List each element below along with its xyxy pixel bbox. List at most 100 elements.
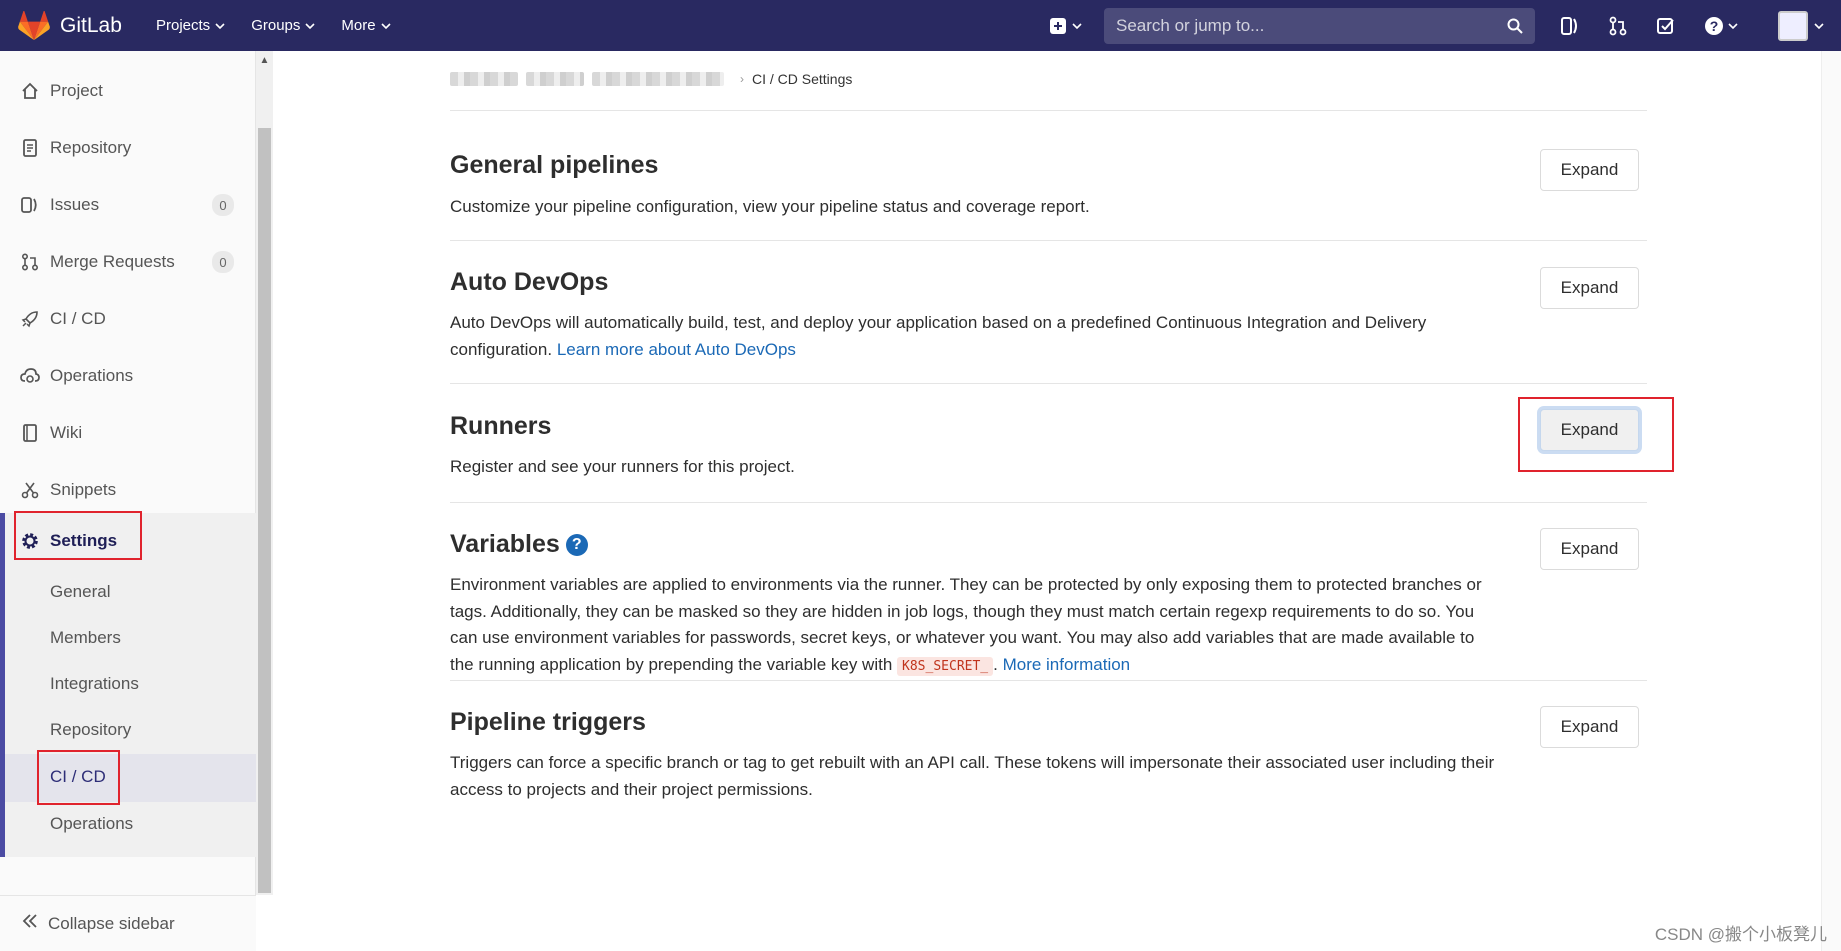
gitlab-logo-icon [18,10,50,40]
avatar [1778,10,1808,41]
issues-icon [20,195,40,215]
auto-devops-expand-button[interactable]: Expand [1540,267,1639,309]
plus-square-icon [1050,17,1066,34]
variables-expand-button[interactable]: Expand [1540,528,1639,570]
sidebar-item-merge-requests[interactable]: Merge Requests 0 [0,238,256,286]
home-icon [20,81,40,101]
sidebar-subitem-general[interactable]: General [50,582,110,602]
user-menu[interactable] [1777,10,1825,41]
chevron-down-icon [381,22,391,29]
settings-highlight-box [14,511,142,560]
sidebar-item-project[interactable]: Project [0,67,256,115]
book-icon [20,423,40,443]
projects-menu-label: Projects [156,17,211,34]
general-pipelines-desc: Customize your pipeline configuration, v… [450,197,1090,216]
issues-icon [1561,16,1577,35]
merge-requests-count-badge: 0 [212,251,234,273]
breadcrumb: › CI / CD Settings [450,71,852,87]
sidebar-subitem-members[interactable]: Members [50,628,121,648]
sidebar-item-issues[interactable]: Issues 0 [0,181,256,229]
document-icon [20,138,40,158]
page-scrollbar[interactable] [1821,51,1841,951]
divider [450,110,1647,111]
more-menu-label: More [341,17,376,34]
variables-title-text: Variables [450,530,560,558]
help-dropdown[interactable]: ? [1701,13,1741,39]
sidebar-item-label: Wiki [50,423,83,442]
breadcrumb-project-link[interactable] [592,72,724,86]
runners-expand-button[interactable]: Expand [1540,409,1639,451]
question-circle-icon[interactable]: ? [565,534,588,556]
issues-nav-button[interactable] [1557,13,1583,39]
top-navbar: GitLab Projects Groups More Search or ju… [0,0,1841,51]
new-item-dropdown[interactable] [1050,17,1082,34]
general-pipelines-title: General pipelines [450,151,659,179]
chevron-down-icon [1072,22,1082,29]
issues-count-badge: 0 [212,194,234,216]
sidebar-scrollbar-thumb[interactable] [258,128,271,893]
divider [450,680,1647,681]
chevron-down-icon [215,22,225,29]
runners-title: Runners [450,412,552,440]
variables-title: Variables? [450,530,588,559]
auto-devops-desc: Auto DevOps will automatically build, te… [450,310,1500,363]
ci-cd-highlight-box [37,750,120,805]
todo-check-icon [1657,17,1674,34]
watermark: CSDN @搬个小板凳儿 [1654,925,1827,944]
variables-more-information-link[interactable]: More information [1003,655,1131,674]
scroll-up-arrow-icon[interactable]: ▲ [258,55,271,69]
search-input[interactable] [1116,15,1507,36]
more-menu[interactable]: More [341,17,391,34]
sidebar-item-label: Operations [50,366,134,385]
sidebar-item-wiki[interactable]: Wiki [0,409,256,457]
chevron-down-icon [305,22,315,29]
sidebar-item-ci-cd[interactable]: CI / CD [0,295,256,343]
double-chevron-left-icon [22,913,38,934]
collapse-sidebar-button[interactable]: Collapse sidebar [0,895,256,951]
pipeline-triggers-expand-button[interactable]: Expand [1540,706,1639,748]
rocket-icon [20,309,40,329]
gitlab-home-link[interactable]: GitLab [18,10,156,41]
breadcrumb-separator-icon: › [740,72,744,86]
sidebar-item-label: CI / CD [50,309,106,328]
pipeline-triggers-title: Pipeline triggers [450,708,646,736]
divider [450,383,1647,384]
chevron-down-icon [1814,22,1824,29]
auto-devops-title: Auto DevOps [450,268,609,296]
sidebar-subitem-repository[interactable]: Repository [50,720,131,740]
merge-requests-nav-button[interactable] [1605,13,1631,39]
variables-desc: Environment variables are applied to env… [450,575,1482,676]
scissors-icon [20,480,40,500]
general-pipelines-expand-button[interactable]: Expand [1540,149,1639,191]
collapse-sidebar-label: Collapse sidebar [48,913,175,933]
breadcrumb-current[interactable]: CI / CD Settings [752,71,852,87]
svg-text:?: ? [1710,18,1719,34]
pipeline-triggers-desc: Triggers can force a specific branch or … [450,753,1495,799]
todos-nav-button[interactable] [1653,13,1679,39]
breadcrumb-subgroup-link[interactable] [526,72,584,86]
sidebar-item-label: Merge Requests [50,252,175,271]
sidebar-item-label: Project [50,81,103,100]
search-box[interactable] [1104,7,1535,44]
search-icon[interactable] [1507,18,1523,34]
auto-devops-learn-more-link[interactable]: Learn more about Auto DevOps [557,340,796,359]
sidebar-item-label: Issues [50,195,100,214]
sidebar-item-repository[interactable]: Repository [0,124,256,172]
brand-name: GitLab [60,13,122,37]
sidebar-item-operations[interactable]: Operations [0,352,256,400]
sidebar-item-label: Snippets [50,480,117,499]
sidebar-item-snippets[interactable]: Snippets [0,466,256,514]
merge-request-icon [1609,16,1627,35]
cloud-gear-icon [20,366,40,386]
sidebar-item-label: Repository [50,138,132,157]
sidebar-subitem-integrations[interactable]: Integrations [50,674,139,694]
help-icon: ? [1705,16,1723,35]
chevron-down-icon [1728,22,1738,29]
merge-request-icon [20,252,40,272]
groups-menu-label: Groups [251,17,301,34]
breadcrumb-group-link[interactable] [450,72,518,86]
projects-menu[interactable]: Projects [156,17,225,34]
groups-menu[interactable]: Groups [251,17,315,34]
k8s-secret-code: K8S_SECRET_ [897,656,994,676]
sidebar-subitem-operations[interactable]: Operations [50,814,133,834]
